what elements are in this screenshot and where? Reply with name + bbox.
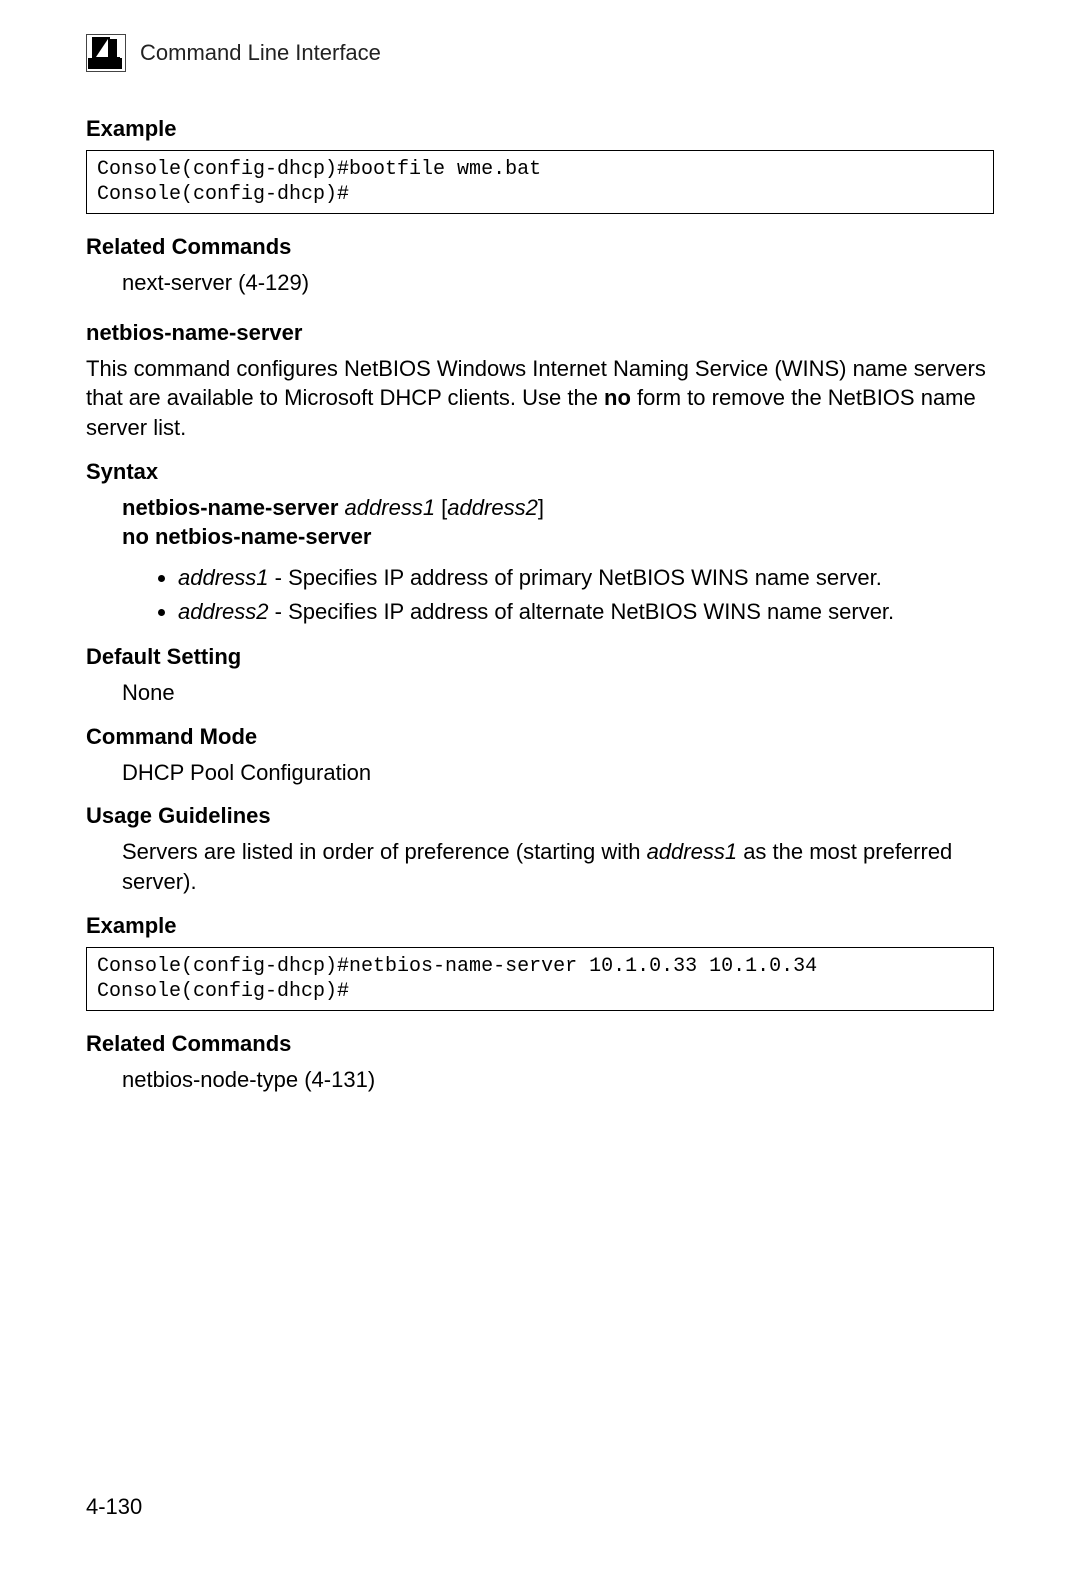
usage-guidelines-text: Servers are listed in order of preferenc… (86, 837, 994, 896)
syntax-lbracket: [ (435, 495, 447, 520)
default-setting-text: None (86, 678, 994, 708)
heading-syntax: Syntax (86, 459, 994, 485)
command-description: This command configures NetBIOS Windows … (86, 354, 994, 443)
heading-command-name: netbios-name-server (86, 320, 994, 346)
desc-bold-no: no (604, 385, 631, 410)
parameter-list: address1 - Specifies IP address of prima… (86, 562, 994, 628)
param2-name: address2 (178, 599, 269, 624)
chapter-number-icon (86, 34, 126, 72)
header-title: Command Line Interface (140, 40, 381, 66)
heading-example-1: Example (86, 116, 994, 142)
related-command-2: netbios-node-type (4-131) (86, 1065, 994, 1095)
heading-default-setting: Default Setting (86, 644, 994, 670)
param-address1: address1 - Specifies IP address of prima… (178, 562, 994, 594)
code-example-1: Console(config-dhcp)#bootfile wme.bat Co… (86, 150, 994, 214)
usage-pre: Servers are listed in order of preferenc… (122, 839, 647, 864)
usage-it: address1 (647, 839, 738, 864)
param1-desc: - Specifies IP address of primary NetBIO… (269, 565, 882, 590)
page-content: Command Line Interface Example Console(c… (0, 0, 1080, 1094)
heading-example-2: Example (86, 913, 994, 939)
page-header: Command Line Interface (86, 34, 994, 72)
related-command-1: next-server (4-129) (86, 268, 994, 298)
param-address2: address2 - Specifies IP address of alter… (178, 596, 994, 628)
heading-related-2: Related Commands (86, 1031, 994, 1057)
page-number: 4-130 (86, 1494, 142, 1520)
heading-usage-guidelines: Usage Guidelines (86, 803, 994, 829)
syntax-line-1: netbios-name-server address1 [address2] (122, 493, 994, 523)
syntax-block: netbios-name-server address1 [address2] … (86, 493, 994, 552)
syntax-arg2: address2 (447, 495, 538, 520)
syntax-rbracket: ] (538, 495, 544, 520)
command-mode-text: DHCP Pool Configuration (86, 758, 994, 788)
syntax-cmd: netbios-name-server (122, 495, 338, 520)
code-example-2: Console(config-dhcp)#netbios-name-server… (86, 947, 994, 1011)
syntax-line-2: no netbios-name-server (122, 522, 994, 552)
param1-name: address1 (178, 565, 269, 590)
heading-command-mode: Command Mode (86, 724, 994, 750)
param2-desc: - Specifies IP address of alternate NetB… (269, 599, 895, 624)
syntax-arg1: address1 (345, 495, 436, 520)
heading-related-1: Related Commands (86, 234, 994, 260)
